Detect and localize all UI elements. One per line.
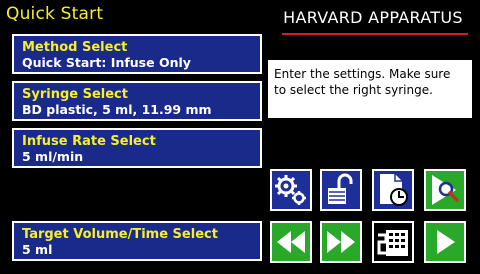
- method-flow-icon: [377, 230, 408, 256]
- search-icon: [432, 175, 459, 205]
- syringe-select-button[interactable]: Syringe Select BD plastic, 5 ml, 11.99 m…: [12, 81, 262, 121]
- method-select-label: Method Select: [22, 40, 128, 55]
- method-select-value: Quick Start: Infuse Only: [22, 55, 191, 70]
- play-icon: [437, 230, 455, 254]
- rewind-icon: [277, 231, 305, 253]
- page-title: Quick Start: [6, 4, 104, 24]
- infuse-rate-select-button[interactable]: Infuse Rate Select 5 ml/min: [12, 128, 262, 168]
- infuse-rate-label: Infuse Rate Select: [22, 134, 156, 149]
- instruction-text: Enter the settings. Make sure to select …: [268, 60, 472, 118]
- method-summary-button[interactable]: [372, 169, 414, 211]
- play-button[interactable]: [424, 221, 466, 263]
- method-flow-button[interactable]: [372, 221, 414, 263]
- infuse-rate-value: 5 ml/min: [22, 149, 84, 164]
- gears-icon: [275, 175, 306, 205]
- target-volume-time-value: 5 ml: [22, 242, 53, 257]
- unlock-icon: [328, 173, 353, 204]
- syringe-select-value: BD plastic, 5 ml, 11.99 mm: [22, 102, 212, 117]
- settings-button[interactable]: [270, 169, 312, 211]
- syringe-select-label: Syringe Select: [22, 87, 128, 102]
- brand-underline: [282, 33, 468, 35]
- fast-forward-icon: [327, 231, 355, 253]
- unlock-button[interactable]: [320, 169, 362, 211]
- search-button[interactable]: [424, 169, 466, 211]
- brand-logo: HARVARD APPARATUS: [283, 8, 463, 27]
- rewind-button[interactable]: [270, 221, 312, 263]
- target-volume-time-select-button[interactable]: Target Volume/Time Select 5 ml: [12, 221, 262, 261]
- document-clock-icon: [380, 174, 408, 206]
- method-select-button[interactable]: Method Select Quick Start: Infuse Only: [12, 34, 262, 74]
- target-volume-time-label: Target Volume/Time Select: [22, 227, 218, 242]
- fast-forward-button[interactable]: [320, 221, 362, 263]
